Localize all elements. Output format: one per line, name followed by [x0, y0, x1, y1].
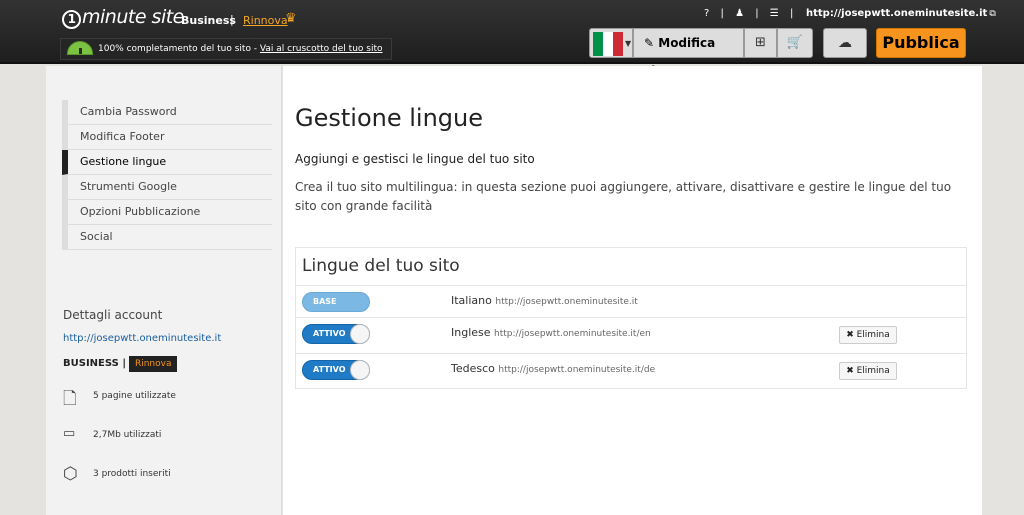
cart-button[interactable]: 🛒: [777, 28, 813, 58]
sidebar-item-opzioni-pubblicazione[interactable]: Opzioni Pubblicazione: [62, 200, 272, 225]
account-title: Dettagli account: [63, 308, 163, 322]
language-flag-button[interactable]: ▼: [589, 28, 633, 58]
language-row: ATTIVO Inglese http://josepwtt.oneminute…: [296, 317, 966, 351]
settings-menu: Cambia Password Modifica Footer Gestione…: [62, 100, 272, 250]
divider: |: [755, 8, 759, 19]
box-icon: ⬡: [63, 464, 78, 484]
language-name: Italiano http://josepwtt.oneminutesite.i…: [451, 294, 638, 307]
account-plan: BUSINESS | Rinnova: [63, 356, 178, 372]
toggle-label: ATTIVO: [313, 365, 346, 374]
sidebar-item-cambia-password[interactable]: Cambia Password: [62, 100, 272, 125]
menu-icon[interactable]: ☰: [770, 8, 779, 19]
plan-label: Business: [181, 14, 236, 27]
flag-green: [593, 32, 603, 56]
storage-used-text: 2,7Mb utilizzati: [93, 430, 162, 440]
language-toggle[interactable]: BASE: [302, 292, 370, 312]
page-description: Crea il tuo sito multilingua: in questa …: [295, 180, 952, 213]
language-toggle[interactable]: ATTIVO: [302, 324, 370, 344]
logo-one: 1: [62, 10, 81, 29]
top-bar: 1 minute site Business | Rinnova ♛ 100% c…: [0, 0, 1024, 78]
panel-title: Lingue del tuo sito: [302, 256, 460, 276]
crown-icon: ♛: [285, 11, 297, 26]
main-content: Gestione lingue Aggiungi e gestisci le l…: [283, 66, 982, 515]
renew-link[interactable]: Rinnova: [243, 14, 288, 27]
language-name: Tedesco http://josepwtt.oneminutesite.it…: [451, 362, 656, 375]
language-row: ATTIVO Tedesco http://josepwtt.oneminute…: [296, 353, 966, 387]
progress-text: 100% completamento del tuo sito - Vai al…: [98, 44, 383, 54]
delete-button[interactable]: ✖ Elimina: [839, 362, 897, 380]
toggle-knob: [350, 324, 370, 344]
toggle-label: BASE: [313, 297, 337, 306]
flag-red: [613, 32, 623, 56]
language-toggle[interactable]: ATTIVO: [302, 360, 370, 380]
separator: |: [230, 13, 234, 26]
logo-text: minute site: [82, 6, 184, 28]
pencil-icon: ✎: [644, 36, 655, 50]
sidebar: Cambia Password Modifica Footer Gestione…: [46, 66, 282, 515]
languages-panel: Lingue del tuo sito BASE Italiano http:/…: [295, 247, 967, 389]
gauge-icon: [67, 41, 93, 55]
caret-down-icon: ▼: [625, 39, 632, 48]
cloud-icon: ☁: [838, 35, 852, 51]
toggle-label: ATTIVO: [313, 329, 346, 338]
flag-white: [603, 32, 613, 56]
cloud-button[interactable]: ☁: [823, 28, 867, 58]
divider: |: [720, 8, 724, 19]
cart-icon: 🛒: [786, 35, 804, 50]
background-left: [0, 66, 46, 515]
delete-button[interactable]: ✖ Elimina: [839, 326, 897, 344]
top-icons: ? | ♟ | ☰ |: [704, 8, 801, 19]
divider: |: [789, 8, 794, 19]
sidebar-item-gestione-lingue[interactable]: Gestione lingue: [62, 150, 272, 175]
sidebar-item-social[interactable]: Social: [62, 225, 272, 250]
account-url-link[interactable]: http://josepwtt.oneminutesite.it: [63, 333, 221, 344]
background-right: [982, 66, 1024, 515]
user-icon[interactable]: ♟: [735, 8, 744, 19]
products-count-text: 3 prodotti inseriti: [93, 469, 171, 479]
page-icon: 🗋: [63, 389, 77, 409]
completion-bar: 100% completamento del tuo sito - Vai al…: [60, 38, 392, 60]
italy-flag-icon: [593, 32, 623, 56]
language-url: http://josepwtt.oneminutesite.it/en: [494, 329, 651, 339]
help-icon[interactable]: ?: [704, 8, 709, 19]
language-url: http://josepwtt.oneminutesite.it: [495, 297, 638, 307]
publish-button[interactable]: Pubblica: [876, 28, 966, 58]
sidebar-item-strumenti-google[interactable]: Strumenti Google: [62, 175, 272, 200]
external-link-icon: ⧉: [989, 9, 996, 19]
language-url: http://josepwtt.oneminutesite.it/de: [498, 365, 656, 375]
grid-icon: ⊞: [755, 35, 766, 50]
dashboard-link[interactable]: Vai al cruscotto del tuo sito: [260, 44, 383, 54]
layout-button[interactable]: ⊞: [744, 28, 777, 58]
logo[interactable]: 1 minute site: [62, 6, 184, 29]
account-renew-button[interactable]: Rinnova: [128, 356, 178, 372]
toggle-knob: [350, 360, 370, 380]
battery-icon: ▭: [63, 426, 76, 441]
edit-site-button[interactable]: ✎ Modifica sito: [633, 28, 744, 78]
page-title: Gestione lingue: [295, 104, 483, 132]
pages-used-text: 5 pagine utilizzate: [93, 391, 176, 401]
language-row: BASE Italiano http://josepwtt.oneminutes…: [296, 285, 966, 319]
page-subtitle: Aggiungi e gestisci le lingue del tuo si…: [295, 152, 535, 166]
language-name: Inglese http://josepwtt.oneminutesite.it…: [451, 326, 651, 339]
site-url-link[interactable]: http://josepwtt.oneminutesite.it ⧉: [806, 8, 996, 19]
sidebar-item-modifica-footer[interactable]: Modifica Footer: [62, 125, 272, 150]
